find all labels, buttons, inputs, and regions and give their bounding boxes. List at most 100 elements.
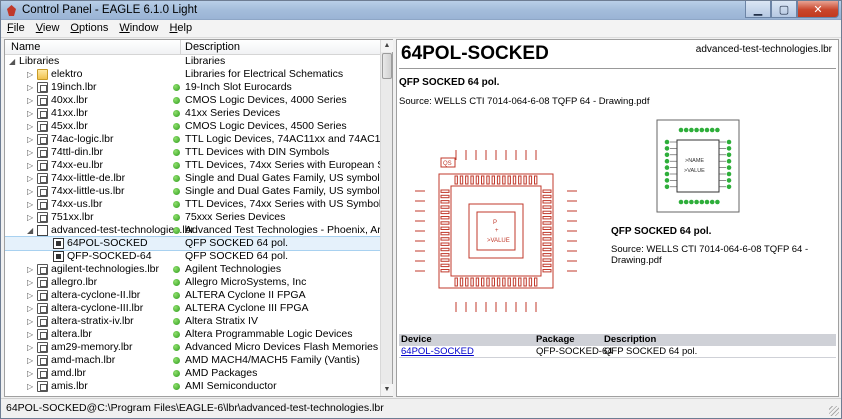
minimize-button[interactable]: ▁: [745, 1, 771, 18]
in-use-dot-icon[interactable]: [173, 279, 180, 286]
column-header-description[interactable]: Description: [185, 41, 240, 53]
maximize-button[interactable]: ▢: [771, 1, 797, 18]
expand-arrow-icon[interactable]: ▷: [27, 354, 35, 367]
tree-vertical-scrollbar[interactable]: ▲ ▼: [380, 40, 393, 396]
menu-window[interactable]: Window: [113, 20, 163, 37]
in-use-dot-icon[interactable]: [173, 357, 180, 364]
resize-grip-icon[interactable]: [829, 406, 839, 416]
scroll-down-arrow-icon[interactable]: ▼: [381, 384, 393, 396]
expand-arrow-icon[interactable]: ▷: [27, 120, 35, 133]
tree-row[interactable]: ▷ altera-cyclone-III.lbr ALTERA Cyclone II…: [5, 302, 380, 315]
tree-row-description: Libraries for Electrical Schematics: [185, 68, 344, 80]
expand-arrow-icon[interactable]: ▷: [27, 341, 35, 354]
tree-row[interactable]: ▷ 74ttl-din.lbr TTL Devices with DIN Symbo…: [5, 146, 380, 159]
tree-row[interactable]: ▷ altera-cyclone-II.lbr ALTERA Cyclone II …: [5, 289, 380, 302]
expand-arrow-icon[interactable]: ▷: [27, 380, 35, 393]
tree-row[interactable]: ▷ 74xx-us.lbr TTL Devices, 74xx Series wit…: [5, 198, 380, 211]
pad: [507, 175, 511, 185]
in-use-dot-icon[interactable]: [173, 149, 180, 156]
expand-arrow-icon[interactable]: ▷: [27, 367, 35, 380]
table-row[interactable]: 64POL-SOCKED QFP-SOCKED-64 QFP SOCKED 64…: [399, 346, 836, 358]
expand-arrow-icon[interactable]: ▷: [27, 185, 35, 198]
in-use-dot-icon[interactable]: [173, 201, 180, 208]
menu-file[interactable]: File: [1, 20, 30, 37]
tree-row[interactable]: ▷ altera.lbr Altera Programmable Logic Dev…: [5, 328, 380, 341]
expand-arrow-icon[interactable]: ▷: [27, 302, 35, 315]
pad: [440, 200, 450, 204]
device-link[interactable]: 64POL-SOCKED: [401, 346, 474, 357]
library-icon: [37, 95, 48, 106]
tree-row[interactable]: ▷ 74xx-little-us.lbr Single and Dual Gates…: [5, 185, 380, 198]
in-use-dot-icon[interactable]: [173, 175, 180, 182]
menu-help[interactable]: Help: [163, 20, 197, 37]
tree-row[interactable]: ▷ agilent-technologies.lbr Agilent Technol…: [5, 263, 380, 276]
tree-row[interactable]: ▷ altera-stratix-iv.lbr Altera Stratix IV: [5, 315, 380, 328]
expand-arrow-icon[interactable]: ▷: [27, 94, 35, 107]
tree-row[interactable]: ▷ 41xx.lbr 41xx Series Devices: [5, 107, 380, 120]
expand-arrow-icon[interactable]: ▷: [27, 198, 35, 211]
tree-row[interactable]: ▷ 751xx.lbr 75xxx Series Devices: [5, 211, 380, 224]
tree-row[interactable]: ▷ am29-memory.lbr Advanced Micro Devices F…: [5, 341, 380, 354]
collapse-arrow-icon[interactable]: ◢: [27, 224, 35, 237]
expand-arrow-icon[interactable]: ▷: [27, 328, 35, 341]
expand-arrow-icon[interactable]: ▷: [27, 276, 35, 289]
in-use-dot-icon[interactable]: [173, 383, 180, 390]
close-button[interactable]: ✕: [797, 1, 839, 18]
in-use-dot-icon[interactable]: [173, 162, 180, 169]
pad: [542, 237, 552, 241]
expand-arrow-icon[interactable]: ▷: [27, 68, 35, 81]
in-use-dot-icon[interactable]: [173, 214, 180, 221]
collapse-arrow-icon[interactable]: ◢: [9, 55, 17, 68]
tree-row[interactable]: ▷ amd-mach.lbr AMD MACH4/MACH5 Family (Van…: [5, 354, 380, 367]
in-use-dot-icon[interactable]: [173, 84, 180, 91]
in-use-dot-icon[interactable]: [173, 188, 180, 195]
expand-arrow-icon[interactable]: ▷: [27, 289, 35, 302]
symbol-pin: [715, 199, 720, 205]
scroll-thumb[interactable]: [382, 53, 392, 79]
pad: [459, 277, 464, 287]
in-use-dot-icon[interactable]: [173, 292, 180, 299]
column-separator[interactable]: [180, 40, 181, 55]
in-use-dot-icon[interactable]: [173, 227, 180, 234]
menu-view[interactable]: View: [30, 20, 65, 37]
tree-row[interactable]: ▷ 45xx.lbr CMOS Logic Devices, 4500 Series: [5, 120, 380, 133]
tree-row[interactable]: ◢ advanced-test-technologies.lbr Advanced …: [5, 224, 380, 237]
tree-row[interactable]: ▷ 74ac-logic.lbr TTL Logic Devices, 74AC11…: [5, 133, 380, 146]
title-bar[interactable]: Control Panel - EAGLE 6.1.0 Light ▁ ▢ ✕: [1, 1, 841, 20]
tree-row[interactable]: ▷ 74xx-little-de.lbr Single and Dual Gates…: [5, 172, 380, 185]
expand-arrow-icon[interactable]: ▷: [27, 315, 35, 328]
expand-arrow-icon[interactable]: ▷: [27, 107, 35, 120]
in-use-dot-icon[interactable]: [173, 331, 180, 338]
menu-options[interactable]: Options: [64, 20, 113, 37]
pad: [542, 216, 552, 220]
expand-arrow-icon[interactable]: ▷: [27, 146, 35, 159]
in-use-dot-icon[interactable]: [173, 344, 180, 351]
tree-row[interactable]: QFP-SOCKED-64 QFP SOCKED 64 pol.: [5, 250, 380, 263]
in-use-dot-icon[interactable]: [173, 110, 180, 117]
in-use-dot-icon[interactable]: [173, 97, 180, 104]
tree-row[interactable]: ▷ amd.lbr AMD Packages: [5, 367, 380, 380]
tree-row[interactable]: ▷ allegro.lbr Allegro MicroSystems, Inc: [5, 276, 380, 289]
tree-row[interactable]: ▷ 19inch.lbr 19-Inch Slot Eurocards: [5, 81, 380, 94]
scroll-up-arrow-icon[interactable]: ▲: [381, 40, 393, 52]
expand-arrow-icon[interactable]: ▷: [27, 81, 35, 94]
in-use-dot-icon[interactable]: [173, 370, 180, 377]
in-use-dot-icon[interactable]: [173, 318, 180, 325]
tree-row[interactable]: ◢ Libraries Libraries: [5, 55, 380, 68]
in-use-dot-icon[interactable]: [173, 123, 180, 130]
in-use-dot-icon[interactable]: [173, 305, 180, 312]
expand-arrow-icon[interactable]: ▷: [27, 172, 35, 185]
symbol-pin: [699, 127, 705, 133]
tree-row[interactable]: ▷ 74xx-eu.lbr TTL Devices, 74xx Series wit…: [5, 159, 380, 172]
column-header-name[interactable]: Name: [11, 41, 40, 53]
tree-row[interactable]: ▷ elektro Libraries for Electrical Schemat…: [5, 68, 380, 81]
tree-row[interactable]: 64POL-SOCKED QFP SOCKED 64 pol.: [5, 236, 380, 251]
in-use-dot-icon[interactable]: [173, 136, 180, 143]
expand-arrow-icon[interactable]: ▷: [27, 133, 35, 146]
tree-row[interactable]: ▷ amis.lbr AMI Semiconductor: [5, 380, 380, 393]
in-use-dot-icon[interactable]: [173, 266, 180, 273]
expand-arrow-icon[interactable]: ▷: [27, 263, 35, 276]
expand-arrow-icon[interactable]: ▷: [27, 211, 35, 224]
tree-row[interactable]: ▷ 40xx.lbr CMOS Logic Devices, 4000 Series: [5, 94, 380, 107]
expand-arrow-icon[interactable]: ▷: [27, 159, 35, 172]
